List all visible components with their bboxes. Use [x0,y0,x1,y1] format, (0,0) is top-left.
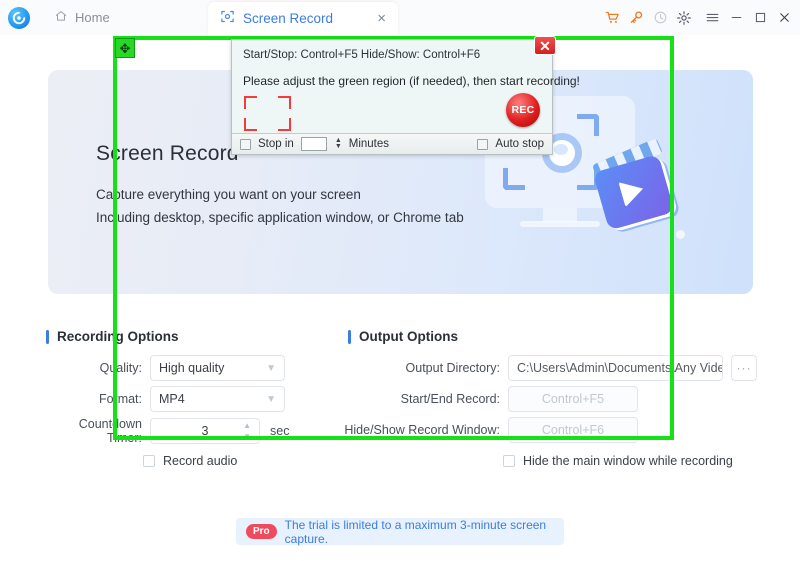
screen-record-icon [220,9,235,29]
home-button[interactable]: Home [48,5,116,30]
hide-main-window-checkbox[interactable]: Hide the main window while recording [503,454,733,468]
stop-in-label: Stop in [258,138,294,150]
browse-button[interactable]: ··· [731,355,757,381]
chevron-down-icon: ▼ [266,362,276,374]
stepper-arrows-icon[interactable]: ▲ ▼ [243,422,251,441]
close-icon[interactable] [772,0,796,35]
countdown-value: 3 [201,424,209,438]
app-logo-icon [8,6,30,29]
hero-subtitle-line2: Including desktop, specific application … [96,210,464,225]
output-directory-row: Output Directory: C:\Users\Admin\Documen… [340,355,757,381]
start-end-record-row: Start/End Record: Control+F5 [340,386,638,412]
chevron-down-icon: ▼ [266,393,276,405]
auto-stop-label: Auto stop [495,138,544,150]
record-audio-checkbox[interactable]: Record audio [143,454,237,468]
app-window: Home Screen Record × Screen Record Captu… [0,0,800,561]
decorative-dot [676,230,685,239]
stop-in-stepper-icon[interactable]: ▲ ▼ [335,137,342,150]
hide-main-window-label: Hide the main window while recording [523,454,733,468]
recording-toolbar-close-button[interactable]: ✕ [534,36,556,55]
stop-in-unit-label: Minutes [348,138,390,150]
pro-banner-text: The trial is limited to a maximum 3-minu… [284,517,547,546]
countdown-stepper[interactable]: 3 ▲ ▼ [150,418,260,444]
countdown-label: Countdown Timer: [78,417,142,445]
maximize-icon[interactable] [748,0,772,35]
quality-value: High quality [159,361,225,375]
record-button[interactable]: REC [506,93,540,127]
start-end-record-label: Start/End Record: [400,392,500,406]
output-options-heading: Output Options [348,329,458,344]
format-value: MP4 [159,392,185,406]
tab-screen-record[interactable]: Screen Record × [208,2,398,35]
auto-stop-checkbox[interactable] [477,138,489,150]
record-audio-label: Record audio [163,454,238,468]
stop-in-checkbox[interactable] [240,138,251,150]
bracket-top-right-icon [577,114,599,136]
auto-stop-group: Auto stop [477,138,544,150]
home-icon [54,9,68,26]
output-directory-label: Output Directory: [405,361,500,375]
output-directory-input[interactable]: C:\Users\Admin\Documents\Any Video C [508,355,723,381]
minimize-icon[interactable] [724,0,748,35]
quality-label: Quality: [99,361,142,375]
recording-options-heading: Recording Options [46,329,179,344]
tab-close-icon[interactable]: × [377,11,386,26]
format-label: Format: [98,392,142,406]
record-button-label: REC [511,104,535,116]
stepper-down-icon[interactable]: ▼ [335,143,342,150]
stop-in-minutes-input[interactable] [300,137,327,151]
home-label: Home [75,10,110,25]
countdown-row: Countdown Timer: 3 ▲ ▼ sec [42,417,290,445]
pro-badge: Pro [246,524,277,539]
titlebar: Home Screen Record × [0,0,800,35]
hide-show-record-label: Hide/Show Record Window: [344,423,500,437]
recording-toolbar: Start/Stop: Control+F5 Hide/Show: Contro… [231,36,580,155]
adjust-region-message: Please adjust the green region (if neede… [243,74,580,88]
cart-icon[interactable] [600,0,624,35]
checkbox-box-icon [503,455,515,467]
pro-trial-banner: Pro The trial is limited to a maximum 3-… [236,517,564,546]
checkbox-box-icon [143,455,155,467]
hotkey-hint-text: Start/Stop: Control+F5 Hide/Show: Contro… [243,49,481,61]
crop-mark-bottom-right-icon [278,118,291,131]
stepper-up-icon[interactable]: ▲ [243,422,251,430]
monitor-base [520,221,600,227]
monitor-stand [543,208,577,222]
quality-select[interactable]: High quality ▼ [150,355,285,381]
key-icon[interactable] [624,0,648,35]
countdown-unit: sec [270,424,290,438]
hide-show-record-hotkey[interactable]: Control+F6 [508,417,638,443]
move-handle-icon[interactable]: ✥ [115,38,135,58]
stepper-down-icon[interactable]: ▼ [243,433,251,441]
crop-mark-top-left-icon [244,96,257,109]
format-select[interactable]: MP4 ▼ [150,386,285,412]
bracket-bottom-left-icon [503,168,525,190]
recording-toolbar-bottom-bar: Stop in ▲ ▼ Minutes Auto stop [232,133,552,154]
hide-show-record-row: Hide/Show Record Window: Control+F6 [340,417,638,443]
start-end-record-hotkey[interactable]: Control+F5 [508,386,638,412]
crop-mark-bottom-left-icon [244,118,257,131]
menu-icon[interactable] [700,0,724,35]
gear-icon[interactable] [672,0,696,35]
format-row: Format: MP4 ▼ [42,386,285,412]
hero-subtitle-line1: Capture everything you want on your scre… [96,187,361,202]
history-icon[interactable] [648,0,672,35]
crop-mark-top-right-icon [278,96,291,109]
quality-row: Quality: High quality ▼ [42,355,285,381]
window-controls [600,0,796,35]
page-title: Screen Record [96,142,239,165]
tab-label: Screen Record [243,11,334,26]
